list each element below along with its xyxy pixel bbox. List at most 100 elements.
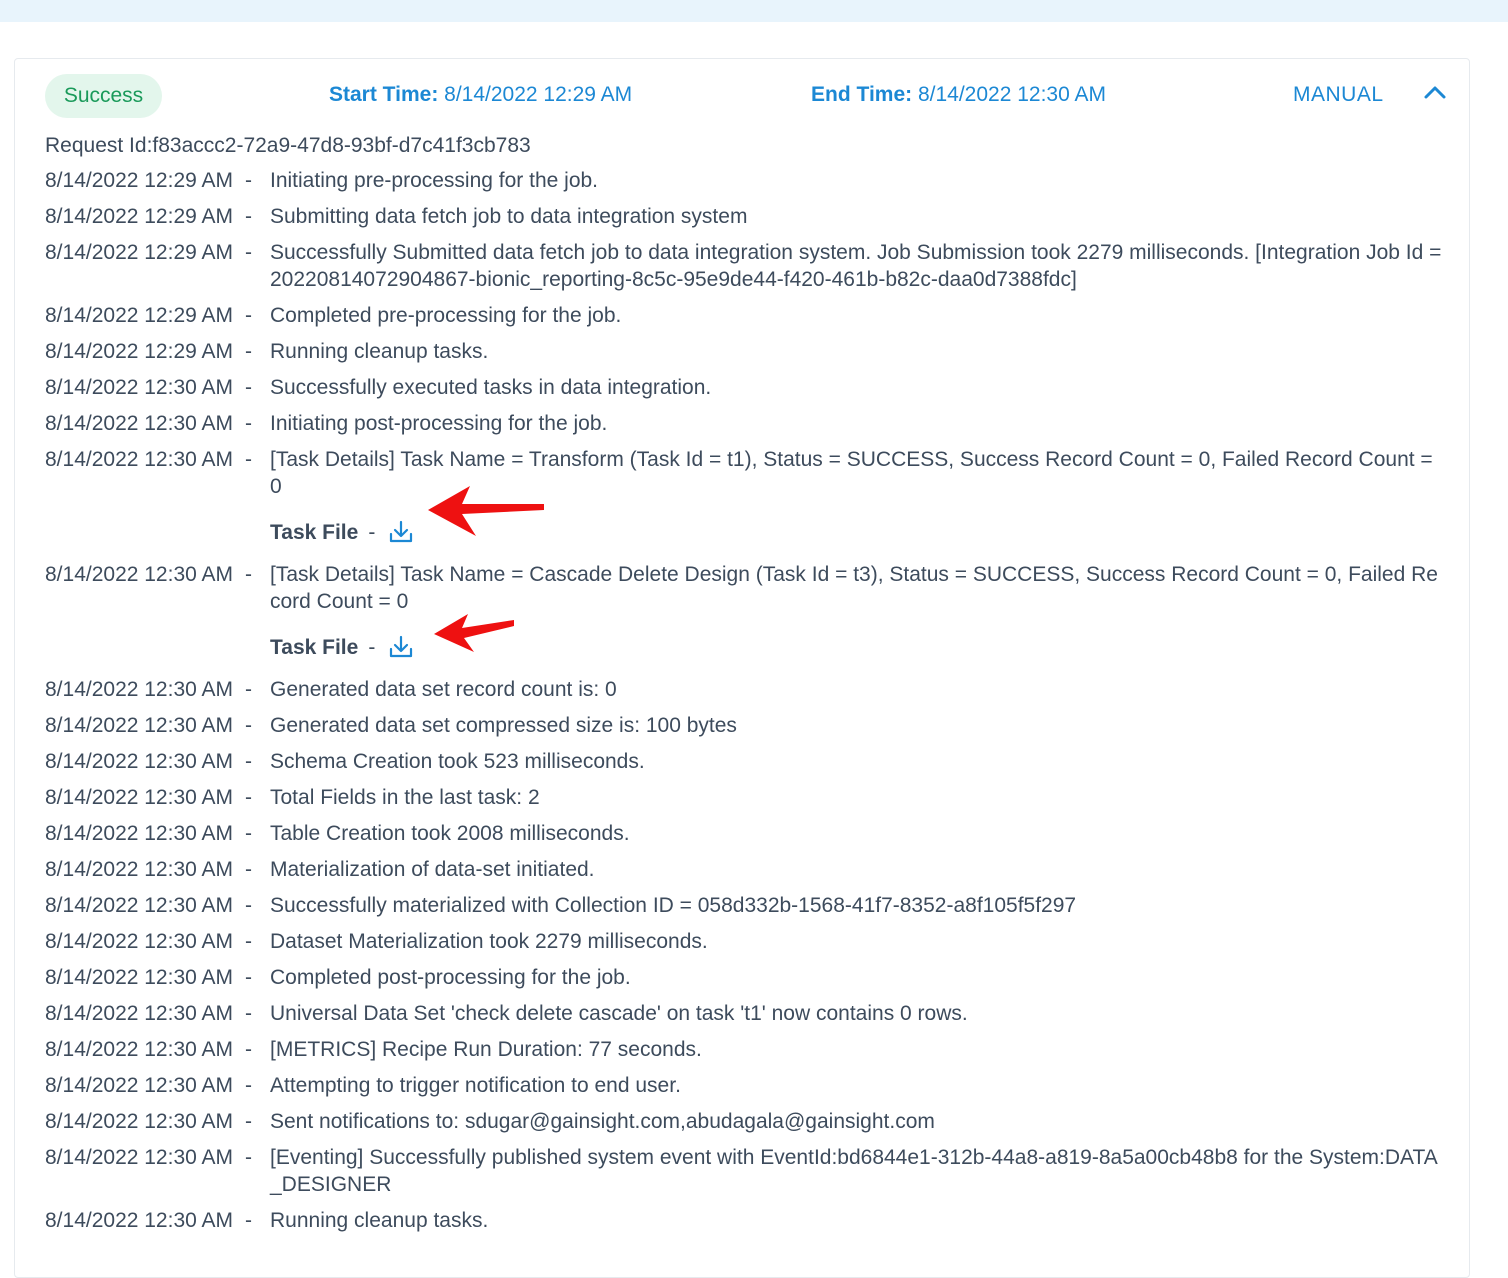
log-message: Running cleanup tasks.	[270, 340, 489, 363]
chevron-up-icon[interactable]	[1421, 81, 1449, 103]
log-timestamp: 8/14/2022 12:30 AM	[45, 930, 233, 953]
log-separator: -	[245, 750, 252, 773]
download-icon[interactable]	[387, 518, 415, 546]
log-timestamp: 8/14/2022 12:29 AM	[45, 241, 233, 264]
log-separator: -	[245, 822, 252, 845]
log-row: 8/14/2022 12:30 AM - Schema Creation took …	[45, 748, 1445, 775]
log-message: Dataset Materialization took 2279 millis…	[270, 930, 708, 953]
top-bar	[0, 0, 1508, 22]
download-icon[interactable]	[387, 633, 415, 661]
log-timestamp: 8/14/2022 12:30 AM	[45, 1038, 233, 1061]
log-separator: -	[245, 304, 252, 327]
log-separator: -	[245, 412, 252, 435]
log-message-block: Completed pre-processing for the job.	[270, 302, 1445, 329]
log-row: 8/14/2022 12:29 AM - Submitting data fetch…	[45, 203, 1445, 230]
log-row: 8/14/2022 12:29 AM - Successfully Submitte…	[45, 239, 1445, 293]
log-message-block: Schema Creation took 523 milliseconds.	[270, 748, 1445, 775]
end-time: End Time: 8/14/2022 12:30 AM	[811, 83, 1106, 107]
log-timestamp: 8/14/2022 12:30 AM	[45, 750, 233, 773]
log-message-block: Running cleanup tasks.	[270, 338, 1445, 365]
status-badge: Success	[45, 74, 162, 118]
log-timestamp: 8/14/2022 12:29 AM	[45, 205, 233, 228]
log-row: 8/14/2022 12:30 AM - Generated data set co…	[45, 712, 1445, 739]
log-row: 8/14/2022 12:30 AM - Running cleanup tasks…	[45, 1207, 1445, 1234]
task-file-separator: -	[368, 635, 376, 659]
log-message: Initiating pre-processing for the job.	[270, 169, 599, 192]
job-run-header: Success Start Time: 8/14/2022 12:29 AM E…	[15, 59, 1469, 135]
log-message: Total Fields in the last task: 2	[270, 786, 540, 809]
log-row: 8/14/2022 12:30 AM - Generated data set re…	[45, 676, 1445, 703]
log-list: Request Id:f83accc2-72a9-47d8-93bf-d7c41…	[45, 131, 1445, 1243]
log-timestamp: 8/14/2022 12:30 AM	[45, 1074, 233, 1097]
log-message-block: Successfully Submitted data fetch job to…	[270, 239, 1445, 293]
log-message: Materialization of data-set initiated.	[270, 858, 595, 881]
log-message: [Eventing] Successfully published system…	[270, 1146, 1438, 1196]
start-time-label: Start Time:	[329, 83, 439, 106]
log-message-block: [METRICS] Recipe Run Duration: 77 second…	[270, 1036, 1445, 1063]
log-timestamp: 8/14/2022 12:30 AM	[45, 412, 233, 435]
log-separator: -	[245, 1038, 252, 1061]
log-message: Completed post-processing for the job.	[270, 966, 631, 989]
log-timestamp: 8/14/2022 12:29 AM	[45, 169, 233, 192]
log-message-block: Initiating pre-processing for the job.	[270, 167, 1445, 194]
log-timestamp: 8/14/2022 12:30 AM	[45, 858, 233, 881]
log-message: Successfully materialized with Collectio…	[270, 894, 1077, 917]
request-id: Request Id:f83accc2-72a9-47d8-93bf-d7c41…	[45, 134, 531, 157]
log-separator: -	[245, 340, 252, 363]
log-separator: -	[245, 894, 252, 917]
log-message: [Task Details] Task Name = Cascade Delet…	[270, 563, 1438, 613]
log-message-block: Table Creation took 2008 milliseconds.	[270, 820, 1445, 847]
log-timestamp: 8/14/2022 12:30 AM	[45, 894, 233, 917]
log-message: Attempting to trigger notification to en…	[270, 1074, 681, 1097]
log-message: Initiating post-processing for the job.	[270, 412, 608, 435]
log-row: 8/14/2022 12:30 AM - [METRICS] Recipe Run …	[45, 1036, 1445, 1063]
end-time-value: 8/14/2022 12:30 AM	[917, 83, 1106, 106]
log-message: Universal Data Set 'check delete cascade…	[270, 1002, 968, 1025]
task-file-label: Task File	[270, 520, 359, 544]
log-separator: -	[245, 678, 252, 701]
log-message: Generated data set compressed size is: 1…	[270, 714, 737, 737]
log-message-block: Successfully executed tasks in data inte…	[270, 374, 1445, 401]
log-row: 8/14/2022 12:30 AM - Universal Data Set 'c…	[45, 1000, 1445, 1027]
log-message: Table Creation took 2008 milliseconds.	[270, 822, 630, 845]
log-row: 8/14/2022 12:30 AM - Table Creation took 2…	[45, 820, 1445, 847]
log-separator: -	[245, 1110, 252, 1133]
log-separator: -	[245, 205, 252, 228]
log-timestamp: 8/14/2022 12:30 AM	[45, 966, 233, 989]
log-timestamp: 8/14/2022 12:30 AM	[45, 822, 233, 845]
log-separator: -	[245, 1209, 252, 1232]
log-separator: -	[245, 786, 252, 809]
log-separator: -	[245, 930, 252, 953]
log-message: Schema Creation took 523 milliseconds.	[270, 750, 645, 773]
log-separator: -	[245, 1146, 252, 1169]
log-row: 8/14/2022 12:30 AM - Materialization of da…	[45, 856, 1445, 883]
end-time-label: End Time:	[811, 83, 913, 106]
log-message-block: [Eventing] Successfully published system…	[270, 1144, 1445, 1198]
log-separator: -	[245, 858, 252, 881]
job-run-card: Success Start Time: 8/14/2022 12:29 AM E…	[14, 58, 1470, 1278]
log-message-block: Submitting data fetch job to data integr…	[270, 203, 1445, 230]
log-message-block: Completed post-processing for the job.	[270, 964, 1445, 991]
log-separator: -	[245, 241, 252, 264]
log-separator: -	[245, 169, 252, 192]
log-timestamp: 8/14/2022 12:30 AM	[45, 1002, 233, 1025]
log-timestamp: 8/14/2022 12:30 AM	[45, 563, 233, 586]
log-timestamp: 8/14/2022 12:30 AM	[45, 1110, 233, 1133]
log-separator: -	[245, 1002, 252, 1025]
log-row: 8/14/2022 12:30 AM - Completed post-proces…	[45, 964, 1445, 991]
run-mode: MANUAL	[1293, 83, 1384, 106]
red-arrow-icon	[428, 486, 544, 536]
log-message: Successfully executed tasks in data inte…	[270, 376, 712, 399]
log-separator: -	[245, 1074, 252, 1097]
log-timestamp: 8/14/2022 12:30 AM	[45, 678, 233, 701]
task-file-label: Task File	[270, 635, 359, 659]
log-timestamp: 8/14/2022 12:30 AM	[45, 1146, 233, 1169]
task-file-separator: -	[368, 520, 376, 544]
log-timestamp: 8/14/2022 12:30 AM	[45, 786, 233, 809]
log-message: Running cleanup tasks.	[270, 1209, 489, 1232]
log-timestamp: 8/14/2022 12:29 AM	[45, 304, 233, 327]
log-separator: -	[245, 448, 252, 471]
log-row: 8/14/2022 12:30 AM - [Task Details] Task N…	[45, 561, 1445, 667]
log-row: 8/14/2022 12:30 AM - [Task Details] Task N…	[45, 446, 1445, 552]
log-row: 8/14/2022 12:30 AM - Dataset Materializati…	[45, 928, 1445, 955]
